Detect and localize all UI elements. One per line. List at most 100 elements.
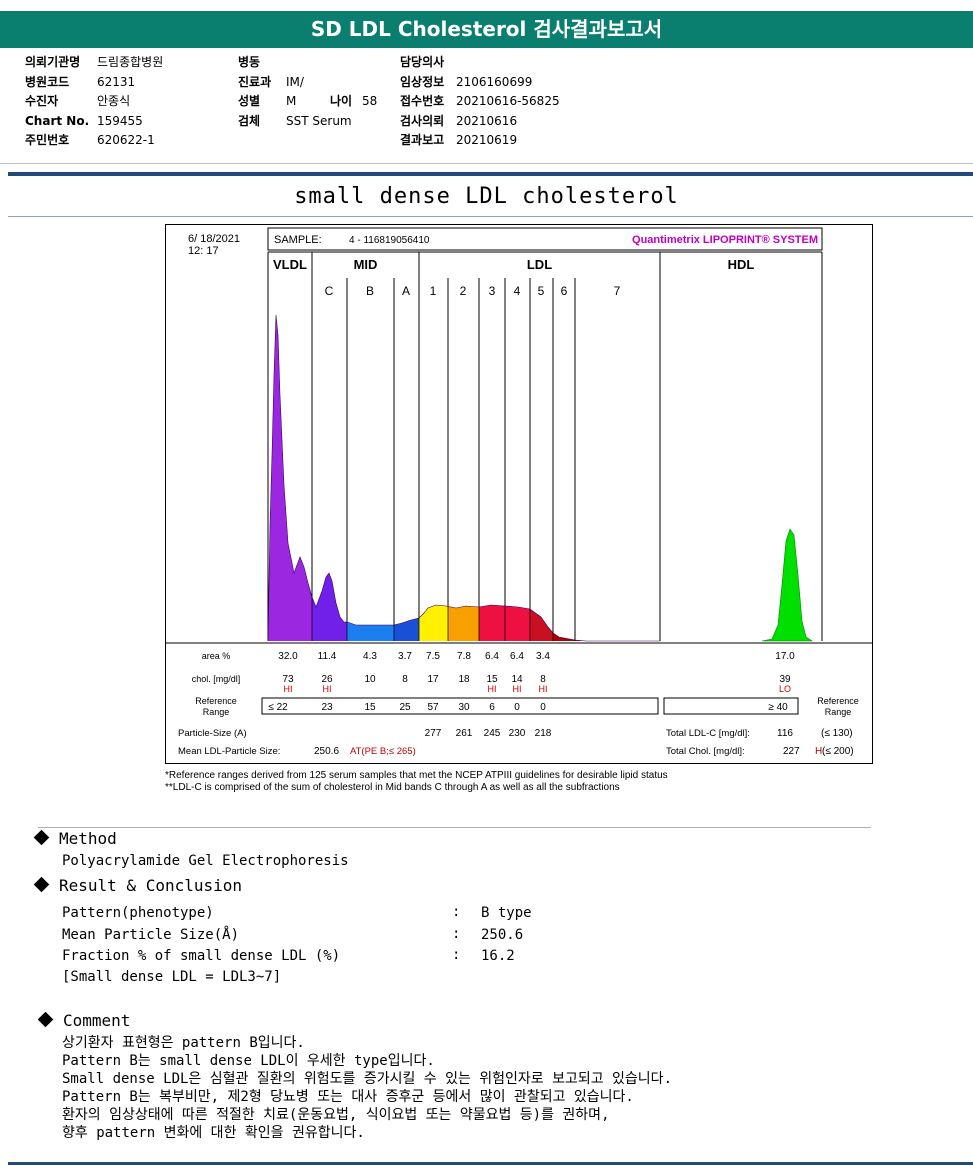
area-row-label: area % [202, 651, 231, 661]
particle-size-value: 245 [484, 728, 501, 739]
reference-value: 57 [427, 702, 439, 713]
band-label: 5 [538, 284, 545, 298]
reference-label-right-line1: Reference [817, 696, 859, 706]
chart-date: 6/ 18/2021 [188, 233, 240, 245]
info-value: 62131 [97, 74, 136, 89]
info-label: 진료과 [238, 74, 272, 89]
band-fill [448, 315, 479, 641]
info-label: 검사의뢰 [400, 113, 445, 128]
reference-label-right-line2: Range [825, 707, 852, 717]
total-chol-value: 227 [783, 746, 800, 757]
band-fill [479, 315, 505, 641]
chol-flag: HI [513, 684, 522, 694]
reference-value: 30 [458, 702, 470, 713]
sample-label: SAMPLE: [274, 234, 322, 246]
info-value: 620622-1 [97, 133, 155, 147]
age-label: 나이 [330, 94, 353, 108]
footnote-2: **LDL-C is comprised of the sum of chole… [165, 782, 620, 793]
band-fill [553, 315, 575, 641]
band-fill [347, 315, 394, 641]
info-row: 의뢰기관명 드림종합병원 [25, 53, 163, 73]
diamond-bullet-icon [33, 829, 50, 846]
result-item-label: Fraction % of small dense LDL (%) [62, 948, 341, 964]
chol-value: 17 [427, 674, 439, 685]
result-item-label: Pattern(phenotype) [62, 905, 214, 921]
group-label: LDL [527, 257, 552, 272]
reference-value: 23 [321, 702, 333, 713]
comment-line: Small dense LDL은 심혈관 질환의 위험도를 증가시킬 수 있는 … [62, 1071, 672, 1087]
info-value: 20210619 [456, 133, 518, 147]
band-label: 2 [460, 284, 467, 298]
info-row: 주민번호 620622-1 [25, 131, 163, 151]
report-header-title: SD LDL Cholesterol 검사결과보고서 [0, 11, 973, 48]
info-value: 20210616-56825 [456, 94, 560, 108]
result-heading: Result & Conclusion [33, 876, 243, 895]
info-value: 드림종합병원 [97, 55, 164, 69]
info-column-1: 의뢰기관명 드림종합병원 병원코드 62131 수진자 안종식 Chart No. 15… [25, 53, 163, 151]
area-value: 17.0 [775, 651, 795, 662]
band-fill [575, 315, 660, 641]
band-label: 4 [514, 284, 521, 298]
total-ldl-ref: (≤ 130) [821, 728, 853, 739]
info-row: 접수번호 20210616-56825 [400, 92, 560, 112]
info-label: 주민번호 [25, 133, 70, 147]
chol-flag: HI [284, 684, 293, 694]
result-item-value: B type [481, 905, 532, 921]
band-label: 3 [489, 284, 496, 298]
diamond-bullet-icon [33, 876, 50, 893]
result-item-value: 250.6 [481, 927, 524, 943]
chol-flag: LO [779, 684, 791, 694]
info-value: IM/ [286, 74, 304, 89]
area-value: 3.7 [398, 651, 412, 662]
info-row: Chart No. 159455 [25, 112, 163, 132]
result-item-label: Mean Particle Size(Å) [62, 927, 240, 943]
group-label: HDL [728, 257, 755, 272]
chol-value: 8 [402, 674, 408, 685]
area-value: 4.3 [363, 651, 377, 662]
sample-value: 4 - 116819056410 [349, 235, 430, 246]
method-heading-text: Method [59, 829, 117, 848]
section-rule [38, 827, 871, 828]
chart-time: 12: 17 [188, 245, 219, 257]
result-heading-text: Result & Conclusion [59, 876, 243, 895]
area-value: 3.4 [536, 651, 550, 662]
diamond-bullet-icon [37, 1011, 54, 1028]
info-row: 진료과 IM/ [238, 73, 377, 93]
lipoprint-chart-svg: 6/ 18/2021 12: 17 SAMPLE: 4 - 1168190564… [166, 227, 872, 757]
info-value: M [286, 94, 297, 108]
info-row: 담당의사 [400, 53, 560, 73]
band-fill [312, 315, 347, 641]
area-value: 7.5 [426, 651, 440, 662]
chol-flag: HI [488, 684, 497, 694]
info-label: 수진자 [25, 94, 59, 108]
result-colon: : [452, 904, 461, 920]
reference-label-line1: Reference [195, 696, 237, 706]
info-divider [0, 163, 973, 164]
info-label: Chart No. [25, 113, 90, 128]
mean-ldl-flag: AT(PE B;≤ 265) [350, 746, 416, 757]
particle-size-label: Particle-Size (A) [178, 728, 247, 739]
info-label: 접수번호 [400, 94, 445, 108]
result-colon: : [452, 926, 461, 942]
report-title-underline [8, 216, 973, 217]
result-item-value: 16.2 [481, 948, 515, 964]
info-row: 성별 M 나이 58 [238, 92, 377, 112]
particle-size-value: 218 [535, 728, 552, 739]
area-value: 7.8 [457, 651, 471, 662]
info-row: 결과보고 20210619 [400, 131, 560, 151]
info-value: 안종식 [97, 94, 131, 108]
info-label: 성별 [238, 94, 261, 108]
reference-value: ≤ 22 [268, 702, 288, 713]
comment-line: 향후 pattern 변화에 대한 확인을 권유합니다. [62, 1125, 365, 1141]
band-fill-group [268, 315, 660, 641]
particle-size-value: 230 [509, 728, 526, 739]
info-column-3: 담당의사 임상정보 2106160699 접수번호 20210616-56825 검… [400, 53, 560, 151]
comment-line: Pattern B는 small dense LDL이 우세한 type입니다. [62, 1053, 435, 1069]
area-value: 6.4 [485, 651, 499, 662]
band-fill [268, 315, 312, 641]
band-label: B [366, 284, 374, 298]
area-value: 32.0 [278, 651, 298, 662]
group-label: VLDL [273, 257, 307, 272]
chart-dynamic-layer: VLDL MID LDL HDLC B A 1 2 3 4 5 6 7area % 32.0 11.4 4.3… [166, 251, 872, 757]
band-label: 7 [614, 284, 621, 298]
